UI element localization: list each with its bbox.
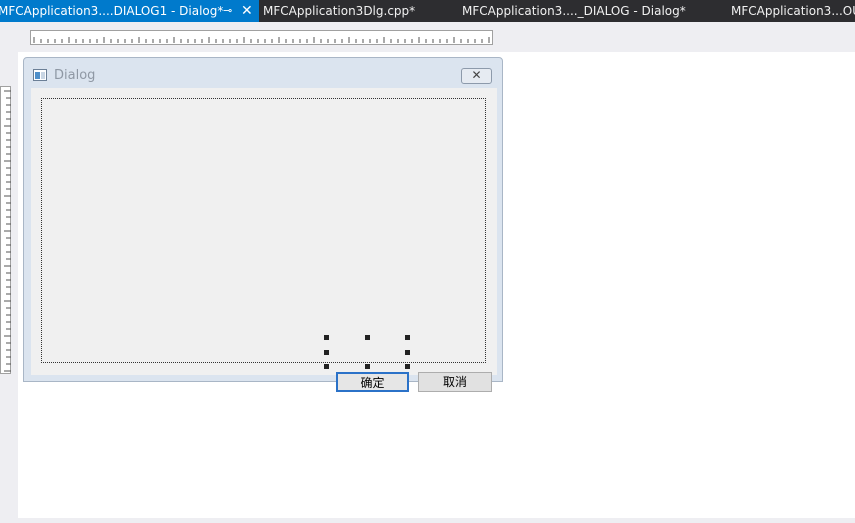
tab-dlg-cpp[interactable]: MFCApplication3Dlg.cpp* [259,0,449,22]
ok-button[interactable]: 确定 [336,372,409,392]
layout-guide-frame [41,98,486,363]
dialog-titlebar: Dialog ✕ [24,58,502,88]
close-icon[interactable]: ✕ [241,0,253,22]
dialog-app-icon [33,69,47,81]
resize-handle[interactable] [324,364,329,369]
dialog-client-area[interactable]: 确定 取消 [31,88,497,392]
horizontal-ruler[interactable] [30,30,493,45]
document-tab-strip: MFCApplication3....DIALOG1 - Dialog* ⊸ ✕… [0,0,855,22]
resize-handle[interactable] [324,350,329,355]
tab-label: MFCApplication3Dlg.cpp* [263,4,416,18]
tab-label: MFCApplication3...OU [731,4,855,18]
resize-handle[interactable] [365,364,370,369]
tab-dialog1[interactable]: MFCApplication3....DIALOG1 - Dialog* ⊸ ✕ [0,0,259,22]
dialog-title: Dialog [54,68,96,83]
pin-icon[interactable]: ⊸ [223,0,232,22]
resize-handle[interactable] [324,335,329,340]
tab-about[interactable]: MFCApplication3...OU [724,0,855,22]
resize-handle[interactable] [405,364,410,369]
dialog-window[interactable]: Dialog ✕ 确定 取消 [23,57,503,392]
resize-handle[interactable] [405,335,410,340]
cancel-button[interactable]: 取消 [418,372,492,392]
close-icon[interactable]: ✕ [461,68,492,84]
tab-dialog-main[interactable]: MFCApplication3...._DIALOG - Dialog* [455,0,717,22]
tab-label: MFCApplication3....DIALOG1 - Dialog* [0,4,224,18]
resize-handle[interactable] [405,350,410,355]
tab-label: MFCApplication3...._DIALOG - Dialog* [462,4,686,18]
vertical-ruler[interactable] [0,86,11,374]
resize-handle[interactable] [365,335,370,340]
